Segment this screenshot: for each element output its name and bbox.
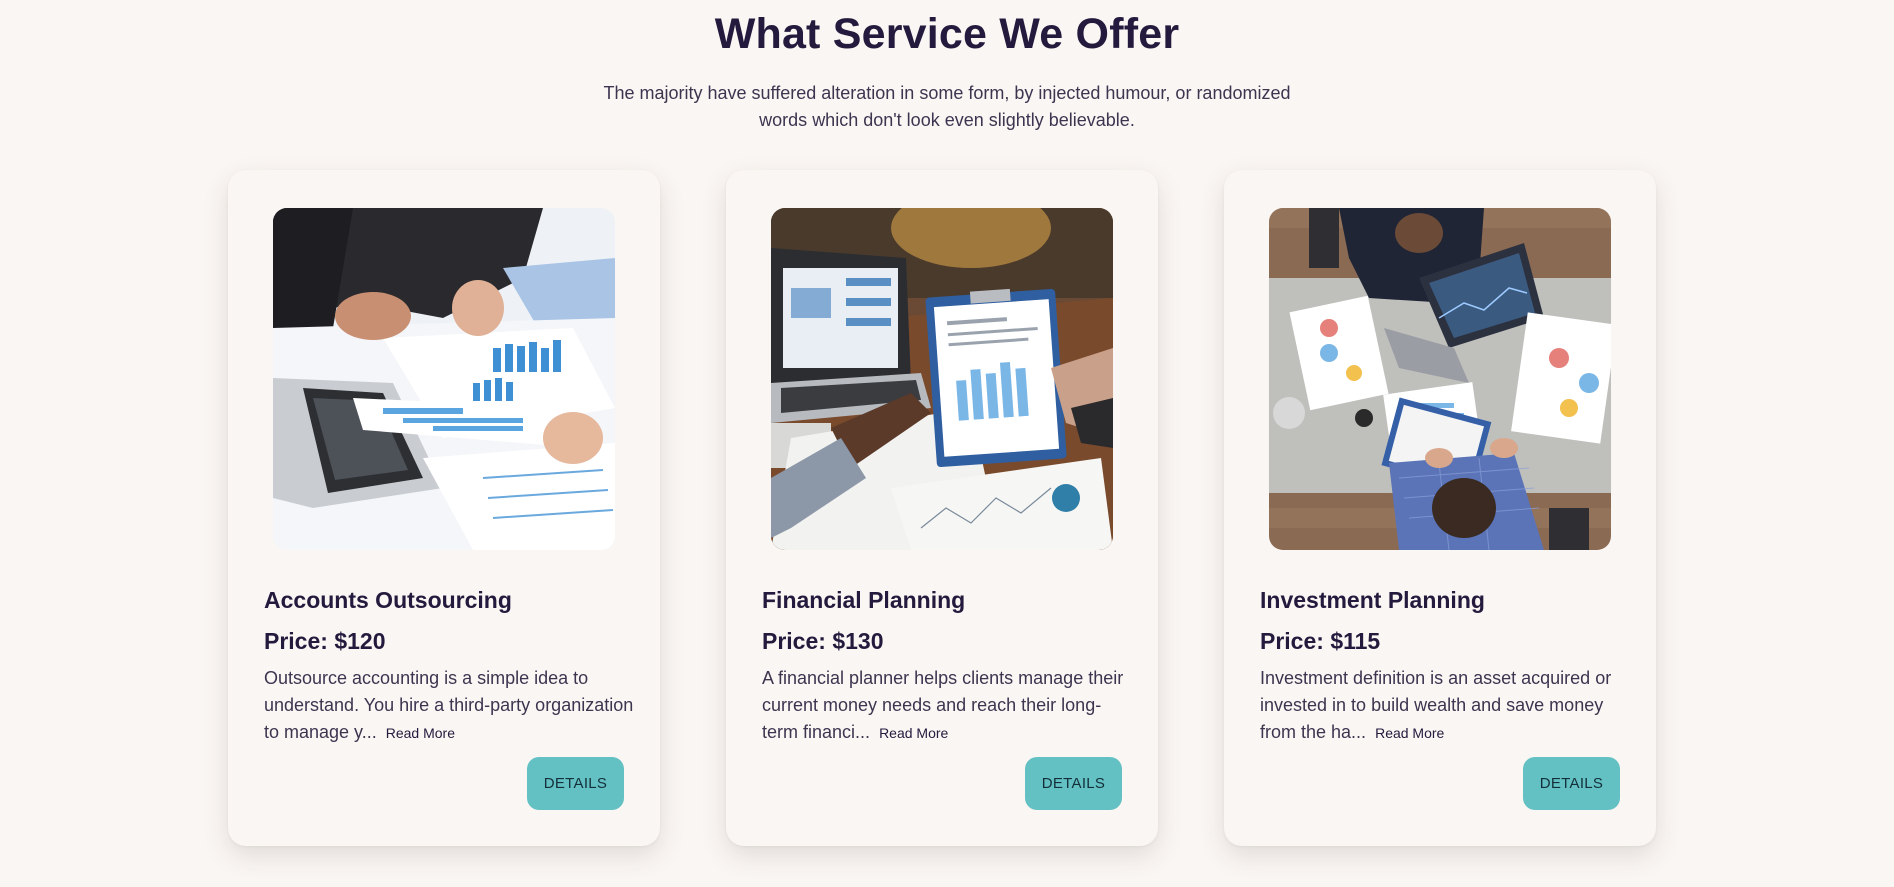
service-price: Price: $115: [1260, 628, 1381, 654]
service-title: Investment Planning: [1260, 587, 1485, 613]
service-price: Price: $130: [762, 628, 884, 654]
read-more-link[interactable]: Read More: [879, 725, 948, 741]
service-cards: Accounts Outsourcing Price: $120 Outsour…: [228, 170, 1656, 846]
service-title: Accounts Outsourcing: [264, 587, 512, 613]
service-card-financial-planning: Financial Planning Price: $130 A financi…: [726, 170, 1158, 846]
service-card-investment-planning: Investment Planning Price: $115 Investme…: [1224, 170, 1656, 846]
service-card-accounts-outsourcing: Accounts Outsourcing Price: $120 Outsour…: [228, 170, 660, 846]
service-title: Financial Planning: [762, 587, 966, 613]
details-button[interactable]: DETAILS: [1523, 757, 1620, 810]
service-price: Price: $120: [264, 628, 386, 654]
business-meeting-overhead-photo: [1269, 208, 1611, 550]
service-description: A financial planner helps clients manage…: [762, 665, 1132, 747]
read-more-link[interactable]: Read More: [1375, 725, 1444, 741]
page-subtitle: The majority have suffered alteration in…: [603, 83, 1291, 130]
service-description: Investment definition is an asset acquir…: [1260, 665, 1630, 747]
page-title: What Service We Offer: [714, 10, 1180, 58]
service-description: Outsource accounting is a simple idea to…: [264, 665, 634, 747]
details-button[interactable]: DETAILS: [1025, 757, 1122, 810]
services-header: What Service We Offer The majority have …: [0, 0, 1894, 134]
financial-report-clipboard-photo: [771, 208, 1113, 550]
accounting-documents-photo: [273, 208, 615, 550]
read-more-link[interactable]: Read More: [386, 725, 455, 741]
details-button[interactable]: DETAILS: [527, 757, 624, 810]
